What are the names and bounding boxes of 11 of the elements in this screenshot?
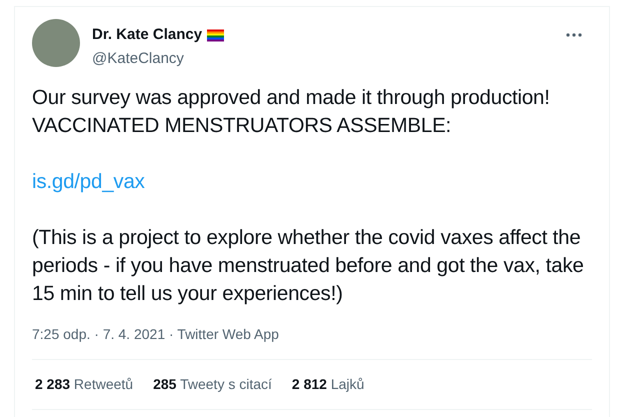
rainbow-flag-icon [207,28,224,42]
author-name[interactable]: Dr. Kate Clancy [92,24,202,46]
tweet-timestamp[interactable]: 7:25 odp. · 7. 4. 2021 · Twitter Web App [32,324,592,345]
more-options-icon[interactable] [566,33,582,37]
author-handle[interactable]: @KateClancy [92,48,566,70]
avatar-placeholder[interactable] [32,19,80,67]
stat-link[interactable]: 2 283 Retweetů [35,374,134,395]
stat-link[interactable]: 285 Tweety s citací [153,374,272,395]
tweet-text: Our survey was approved and made it through production! VACCINATED MENSTRUATORS ASSEMBLE: [32,85,551,139]
stat-link[interactable]: 2 812 Lajků [292,374,364,395]
tweet-text: (This is a project to explore whether the covid vaxes affect the periods - if you have menstruated before and got the vax, take 15 min to tell us your experiences!) [32,225,585,307]
